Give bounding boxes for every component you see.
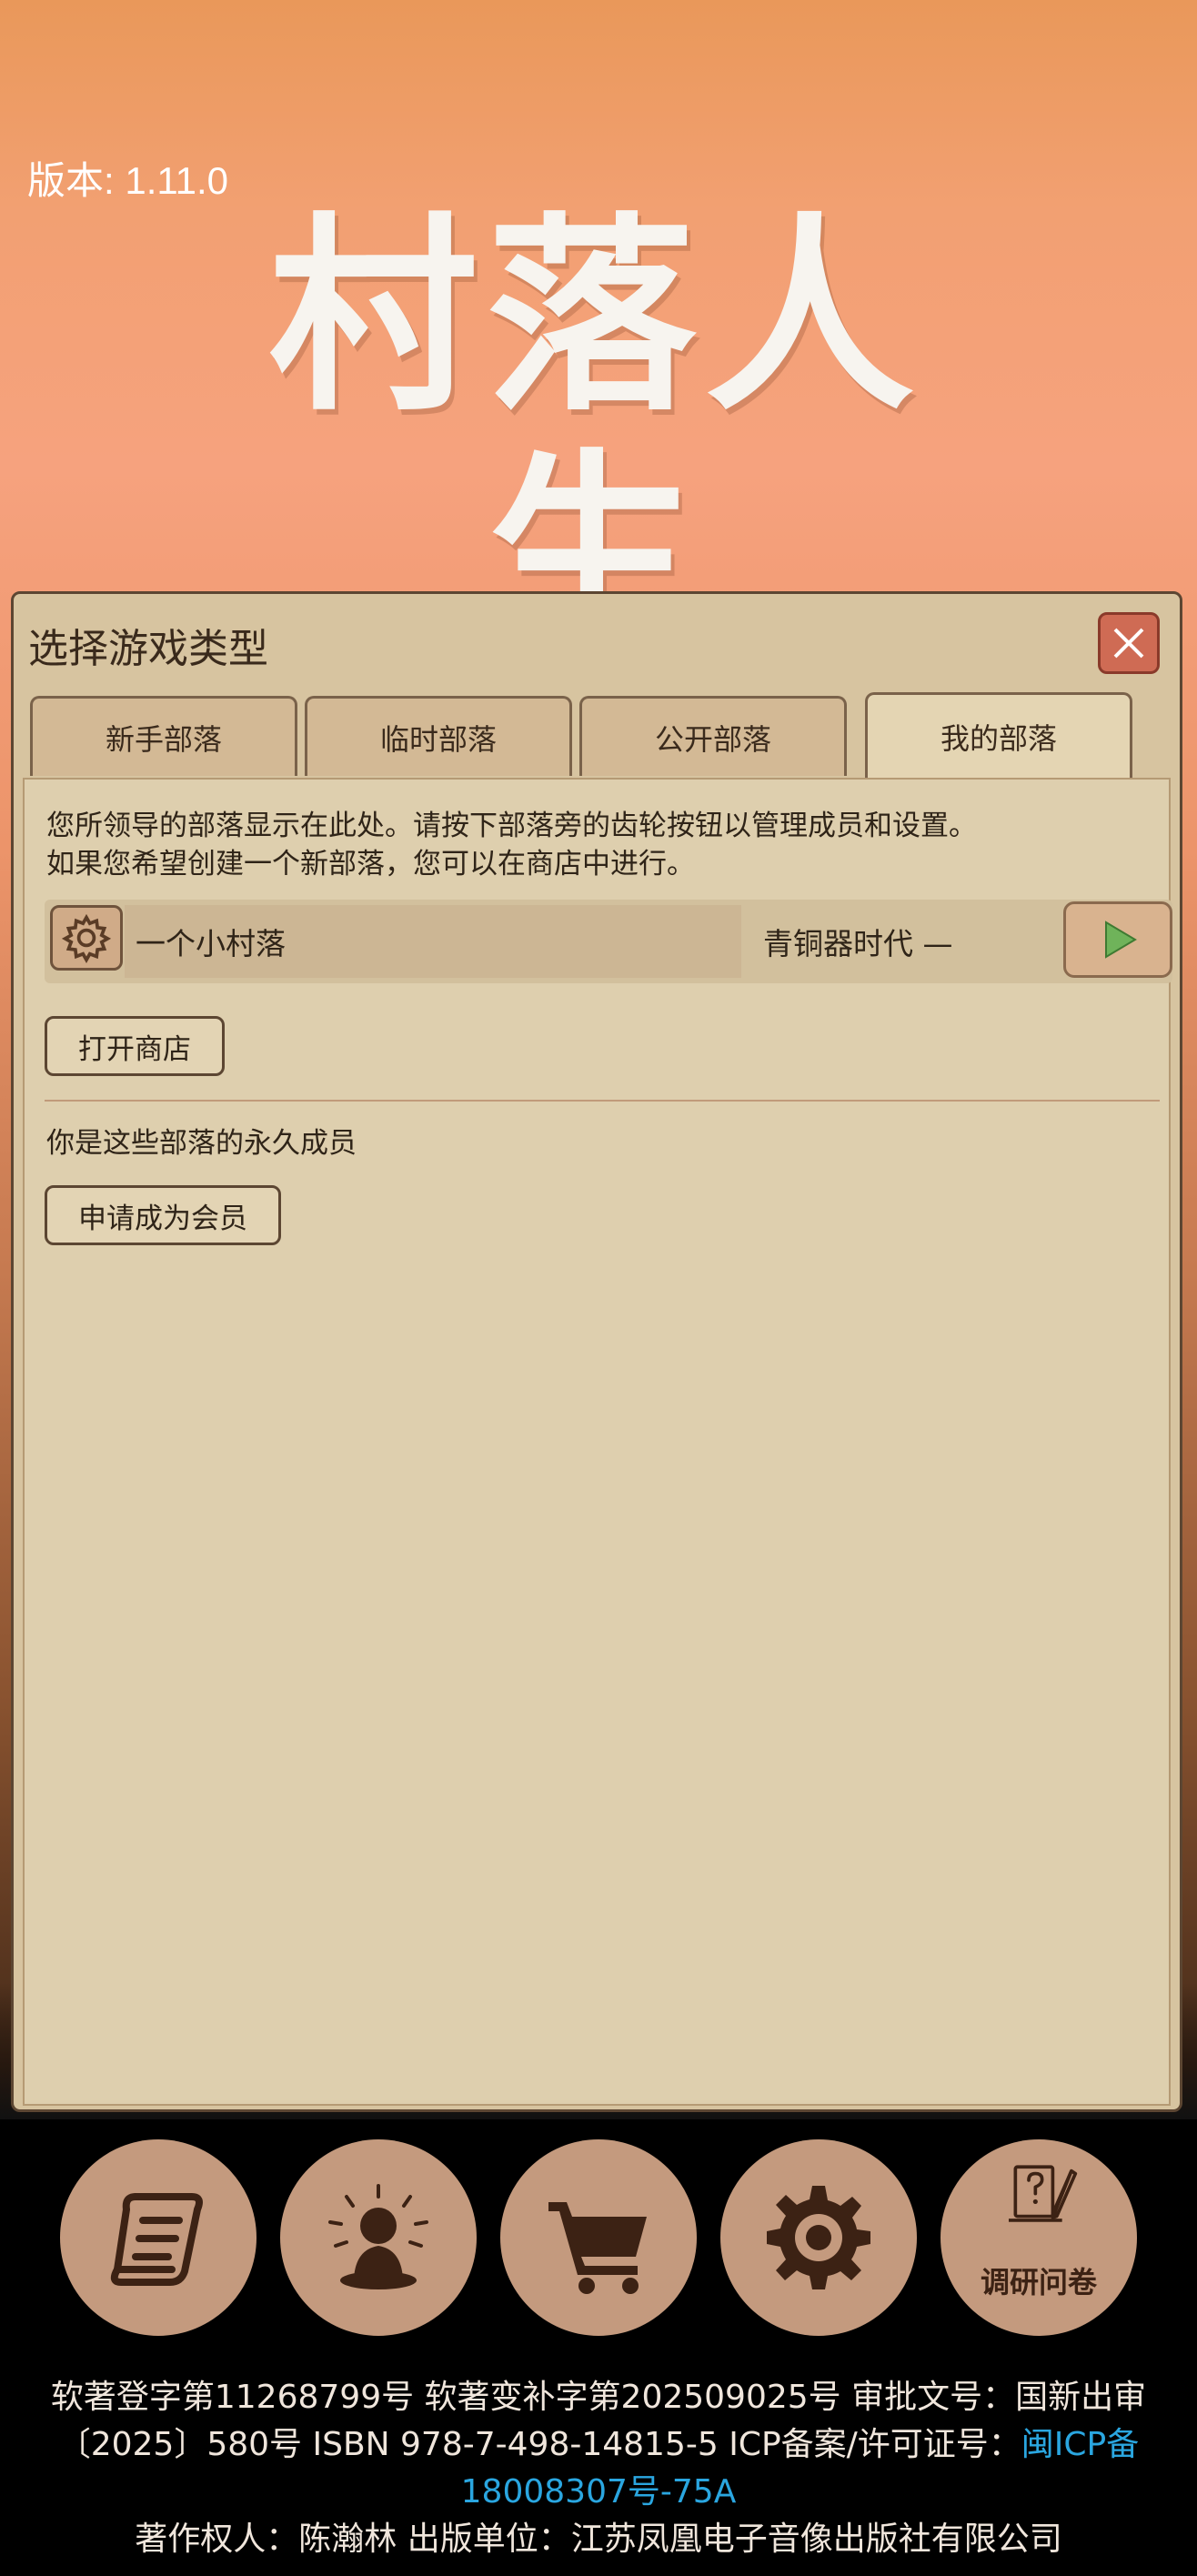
- legal-footer: 软著登字第11268799号 软著变补字第202509025号 审批文号：国新出…: [0, 2374, 1197, 2563]
- survey-label: 调研问卷: [980, 2265, 1097, 2299]
- tribe-row: 一个小村落 青铜器时代 —: [45, 900, 1172, 983]
- scroll-icon: [110, 2193, 203, 2286]
- open-shop-button[interactable]: 打开商店: [45, 1016, 225, 1076]
- icp-link[interactable]: 闽ICP备: [1021, 2426, 1139, 2463]
- game-type-dialog: 选择游戏类型 新手部落 临时部落 公开部落 我的部落 您所领导的部落显示在此处。…: [11, 591, 1182, 2112]
- footer-line: 软著登字第11268799号 软著变补字第202509025号 审批文号：国新出…: [50, 2379, 1147, 2416]
- gear-icon: [767, 2186, 870, 2289]
- game-logo: 村落人生: [267, 196, 923, 676]
- nav-shop-button[interactable]: [500, 2139, 697, 2336]
- version-label: 版本: 1.11.0: [27, 159, 228, 202]
- tab-my-tribe[interactable]: 我的部落: [865, 692, 1132, 778]
- footer-line: 〔2025〕580号 ISBN 978-7-498-14815-5 ICP备案/…: [0, 2421, 1197, 2469]
- description: 您所领导的部落显示在此处。请按下部落旁的齿轮按钮以管理成员和设置。 如果您希望创…: [46, 807, 1138, 883]
- survey-icon: [1009, 2165, 1078, 2222]
- nav-settings-button[interactable]: [720, 2139, 917, 2336]
- tab-label: 新手部落: [105, 721, 222, 757]
- tab-beginner-tribe[interactable]: 新手部落: [30, 696, 297, 776]
- cart-icon: [548, 2202, 647, 2294]
- dialog-title: 选择游戏类型: [28, 626, 268, 672]
- my-tribe-panel: 您所领导的部落显示在此处。请按下部落旁的齿轮按钮以管理成员和设置。 如果您希望创…: [23, 778, 1172, 2106]
- divider: [45, 1100, 1160, 1102]
- tribe-name: 一个小村落: [125, 905, 741, 978]
- enter-tribe-button[interactable]: [1063, 901, 1172, 978]
- tab-label: 我的部落: [940, 720, 1057, 756]
- permanent-member-label: 你是这些部落的永久成员: [46, 1127, 357, 1160]
- tab-label: 公开部落: [654, 721, 771, 757]
- description-line: 您所领导的部落显示在此处。请按下部落旁的齿轮按钮以管理成员和设置。: [46, 810, 977, 842]
- tribe-age: 青铜器时代 —: [763, 926, 953, 961]
- tribe-settings-button[interactable]: [50, 905, 123, 971]
- meditation-icon: [328, 2184, 428, 2289]
- tab-public-tribe[interactable]: 公开部落: [579, 696, 847, 776]
- tab-bar: 新手部落 临时部落 公开部落 我的部落: [30, 692, 1167, 778]
- tab-label: 临时部落: [379, 721, 497, 757]
- play-icon: [1105, 921, 1137, 959]
- apply-member-button[interactable]: 申请成为会员: [45, 1185, 281, 1245]
- tab-temporary-tribe[interactable]: 临时部落: [305, 696, 572, 776]
- nav-survey-button[interactable]: 调研问卷: [940, 2139, 1137, 2336]
- footer-line: 著作权人：陈瀚林 出版单位：江苏凤凰电子音像出版社有限公司: [135, 2521, 1062, 2558]
- gear-icon: [61, 913, 112, 963]
- nav-meditation-button[interactable]: [280, 2139, 477, 2336]
- footer-text: 〔2025〕580号 ISBN 978-7-498-14815-5 ICP备案/…: [57, 2426, 1021, 2463]
- close-button[interactable]: [1098, 612, 1160, 674]
- description-line: 如果您希望创建一个新部落，您可以在商店中进行。: [46, 848, 695, 880]
- close-icon: [1113, 628, 1144, 659]
- icp-link-continued[interactable]: 18008307号-75A: [0, 2469, 1197, 2516]
- nav-news-button[interactable]: [60, 2139, 256, 2336]
